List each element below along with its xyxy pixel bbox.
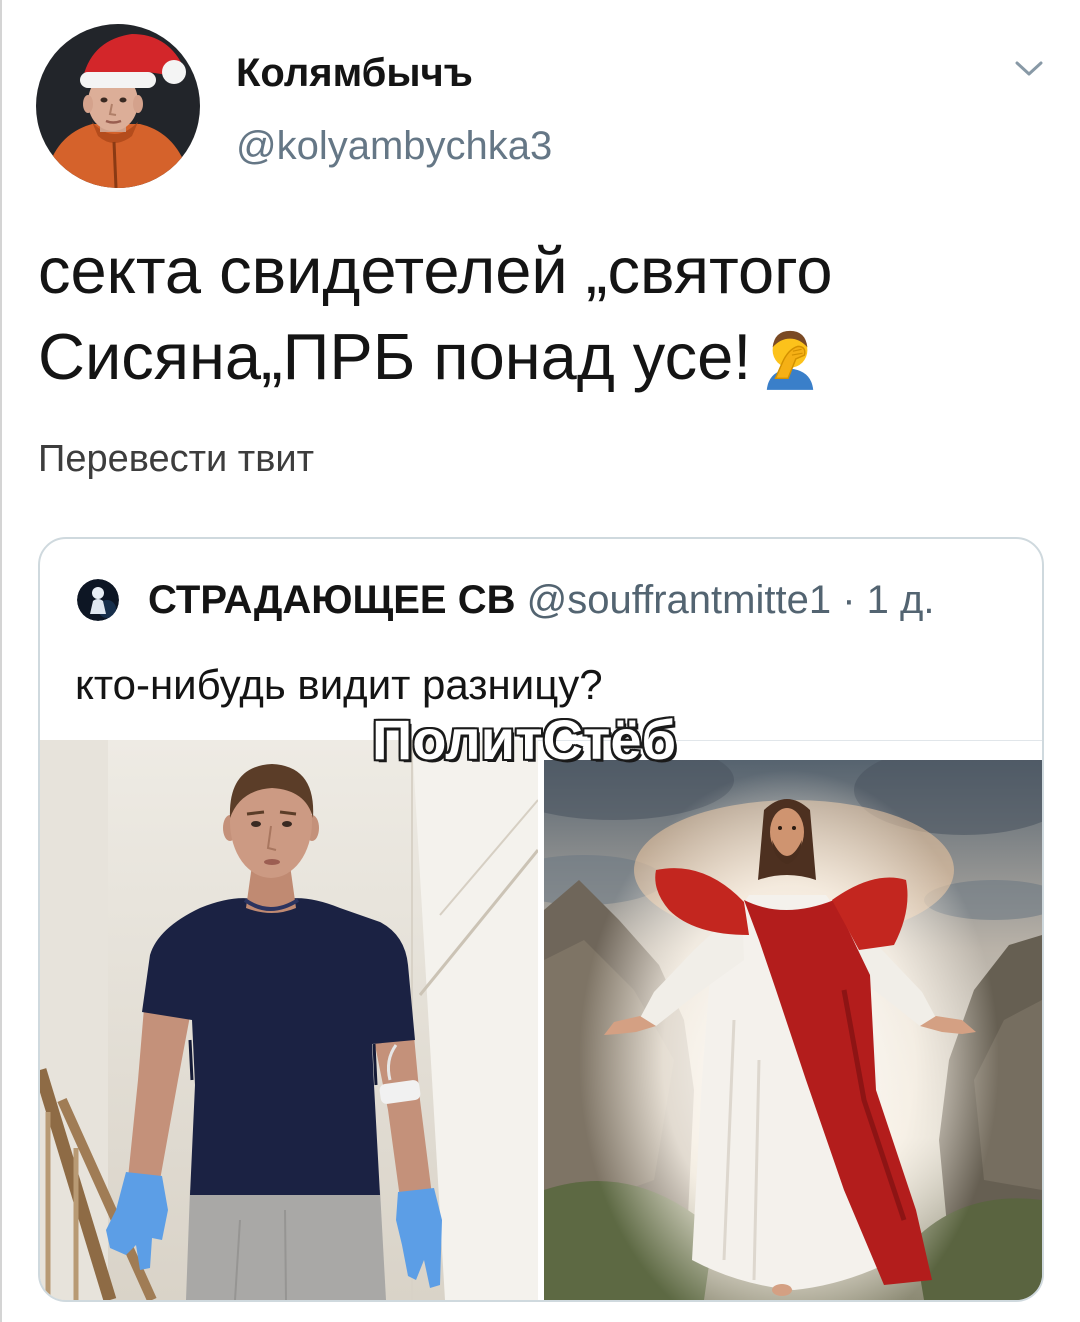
tweet-text-line-content: Сисяна„ПРБ понад усе!	[38, 320, 752, 393]
media-photo-right[interactable]	[544, 760, 1042, 1300]
media-photo-left[interactable]	[40, 740, 538, 1300]
meta-separator: ·	[842, 578, 856, 622]
quoted-tweet-text: кто-нибудь видит разницу?	[75, 661, 603, 708]
watermark-text: ПолитСтёб	[372, 708, 677, 771]
window-edge	[0, 0, 2, 1322]
author-handle[interactable]: @kolyambychka3	[236, 126, 552, 166]
quoted-author-name: СТРАДАЮЩЕЕ СВ	[148, 578, 516, 622]
quoted-author-handle: @souffrantmitte1	[526, 578, 832, 622]
photo-right-image	[544, 760, 1042, 1300]
avatar-image	[36, 24, 200, 188]
tweet-text-line: Сисяна„ПРБ понад усе!	[38, 314, 1058, 400]
man-facepalming-emoji-icon	[767, 330, 814, 390]
author-name[interactable]: Колямбычъ	[236, 53, 473, 93]
quoted-author-avatar	[77, 579, 119, 621]
quoted-timestamp: 1 д.	[866, 578, 935, 622]
chevron-down-icon[interactable]	[1012, 58, 1046, 80]
author-avatar[interactable]	[36, 24, 200, 188]
quoted-avatar-image	[77, 579, 119, 621]
tweet-text-line: секта свидетелей „святого	[38, 234, 833, 307]
quoted-tweet-header: СТРАДАЮЩЕЕ СВ @souffrantmitte1 · 1 д.	[148, 580, 934, 620]
photo-left-image	[40, 740, 538, 1300]
quoted-tweet-card[interactable]: СТРАДАЮЩЕЕ СВ @souffrantmitte1 · 1 д. кт…	[38, 537, 1044, 1302]
translate-tweet-link[interactable]: Перевести твит	[38, 440, 314, 478]
tweet-text: секта свидетелей „святого Сисяна„ПРБ пон…	[38, 228, 1058, 400]
